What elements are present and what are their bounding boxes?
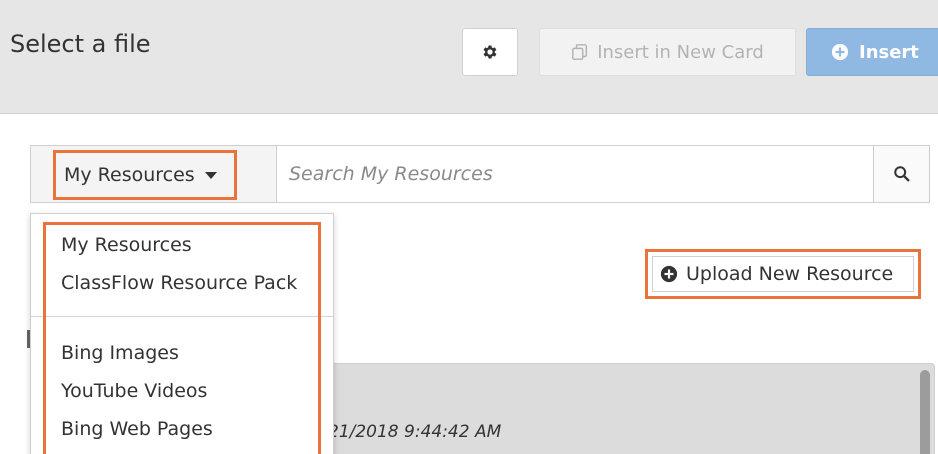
caret-down-icon bbox=[204, 171, 217, 179]
plus-circle-icon bbox=[831, 43, 849, 61]
gear-icon bbox=[483, 45, 497, 59]
menu-item-bing-web-pages[interactable]: Bing Web Pages bbox=[61, 418, 213, 440]
plus-circle-icon bbox=[660, 265, 678, 283]
insert-label: Insert bbox=[859, 41, 919, 63]
search-input[interactable] bbox=[289, 156, 849, 192]
source-dropdown-container: My Resources bbox=[31, 146, 277, 202]
resource-date: 21/2018 9:44:42 AM bbox=[328, 422, 502, 442]
source-dropdown[interactable]: My Resources bbox=[53, 150, 237, 200]
upload-new-resource-button[interactable]: Upload New Resource bbox=[645, 249, 921, 299]
card-scroll-edge bbox=[920, 370, 930, 454]
resource-card[interactable]: 21/2018 9:44:42 AM bbox=[315, 363, 935, 454]
insert-in-new-card-button[interactable]: Insert in New Card bbox=[539, 28, 796, 76]
page-title: Select a file bbox=[10, 30, 151, 58]
source-menu: My Resources ClassFlow Resource Pack Bin… bbox=[30, 213, 334, 454]
search-bar: My Resources bbox=[30, 145, 930, 203]
insert-button[interactable]: Insert bbox=[806, 28, 938, 76]
source-dropdown-label: My Resources bbox=[64, 164, 195, 186]
search-icon bbox=[893, 166, 909, 182]
menu-item-my-resources[interactable]: My Resources bbox=[61, 234, 192, 256]
copy-icon bbox=[572, 44, 588, 60]
menu-item-bing-images[interactable]: Bing Images bbox=[61, 342, 179, 364]
dialog-header: Select a file Insert in New Card Insert bbox=[0, 0, 938, 114]
search-button[interactable] bbox=[873, 146, 929, 202]
settings-button[interactable] bbox=[462, 28, 518, 76]
upload-label: Upload New Resource bbox=[686, 263, 894, 285]
menu-item-classflow-resource-pack[interactable]: ClassFlow Resource Pack bbox=[61, 272, 297, 294]
insert-in-new-card-label: Insert in New Card bbox=[597, 41, 764, 63]
menu-divider bbox=[31, 316, 333, 317]
menu-item-youtube-videos[interactable]: YouTube Videos bbox=[61, 380, 207, 402]
